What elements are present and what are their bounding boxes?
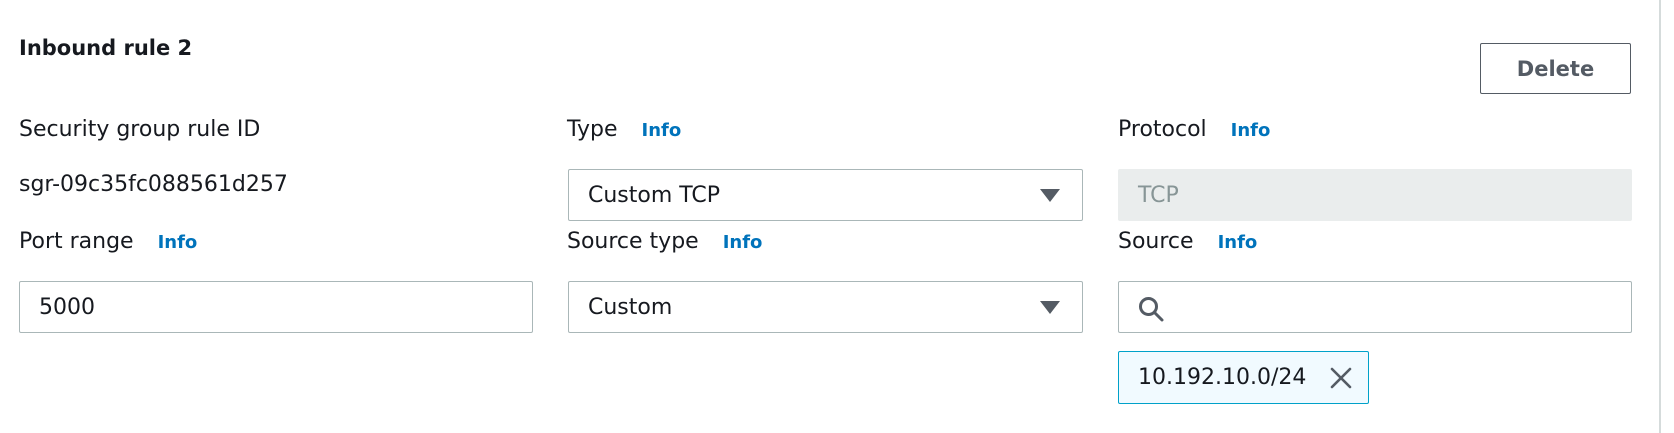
source-label: Source Info — [1118, 229, 1257, 254]
source-info-link[interactable]: Info — [1218, 232, 1258, 253]
close-icon[interactable] — [1328, 365, 1354, 391]
source-type-select[interactable]: Custom — [568, 281, 1083, 333]
rule-id-label: Security group rule ID — [19, 117, 260, 142]
inbound-rule-panel: Inbound rule 2 Delete Security group rul… — [0, 0, 1660, 433]
source-type-select-value: Custom — [588, 294, 673, 320]
port-range-input-value: 5000 — [39, 294, 95, 320]
rule-id-label-text: Security group rule ID — [19, 117, 261, 142]
port-range-label: Port range Info — [19, 229, 197, 254]
delete-rule-button[interactable]: Delete — [1480, 43, 1631, 94]
protocol-field: TCP — [1118, 169, 1632, 221]
caret-down-icon — [1040, 301, 1060, 314]
type-label: Type Info — [567, 117, 681, 142]
port-range-input[interactable]: 5000 — [19, 281, 533, 333]
type-select-value: Custom TCP — [588, 182, 721, 208]
caret-down-icon — [1040, 189, 1060, 202]
port-range-label-text: Port range — [19, 229, 134, 254]
source-type-label: Source type Info — [567, 229, 762, 254]
source-token: 10.192.10.0/24 — [1118, 351, 1369, 404]
type-select[interactable]: Custom TCP — [568, 169, 1083, 221]
search-icon — [1139, 297, 1164, 322]
protocol-info-link[interactable]: Info — [1231, 120, 1271, 141]
source-label-text: Source — [1118, 229, 1194, 254]
type-info-link[interactable]: Info — [642, 120, 682, 141]
rule-id-value: sgr-09c35fc088561d257 — [19, 172, 288, 197]
type-label-text: Type — [567, 117, 618, 142]
source-search-input[interactable] — [1118, 281, 1632, 333]
source-type-info-link[interactable]: Info — [723, 232, 763, 253]
protocol-label-text: Protocol — [1118, 117, 1207, 142]
source-token-label: 10.192.10.0/24 — [1138, 365, 1307, 390]
panel-right-border — [1659, 0, 1661, 433]
source-type-label-text: Source type — [567, 229, 699, 254]
protocol-field-value: TCP — [1138, 182, 1179, 208]
rule-title: Inbound rule 2 — [19, 36, 193, 60]
protocol-label: Protocol Info — [1118, 117, 1270, 142]
port-range-info-link[interactable]: Info — [158, 232, 198, 253]
